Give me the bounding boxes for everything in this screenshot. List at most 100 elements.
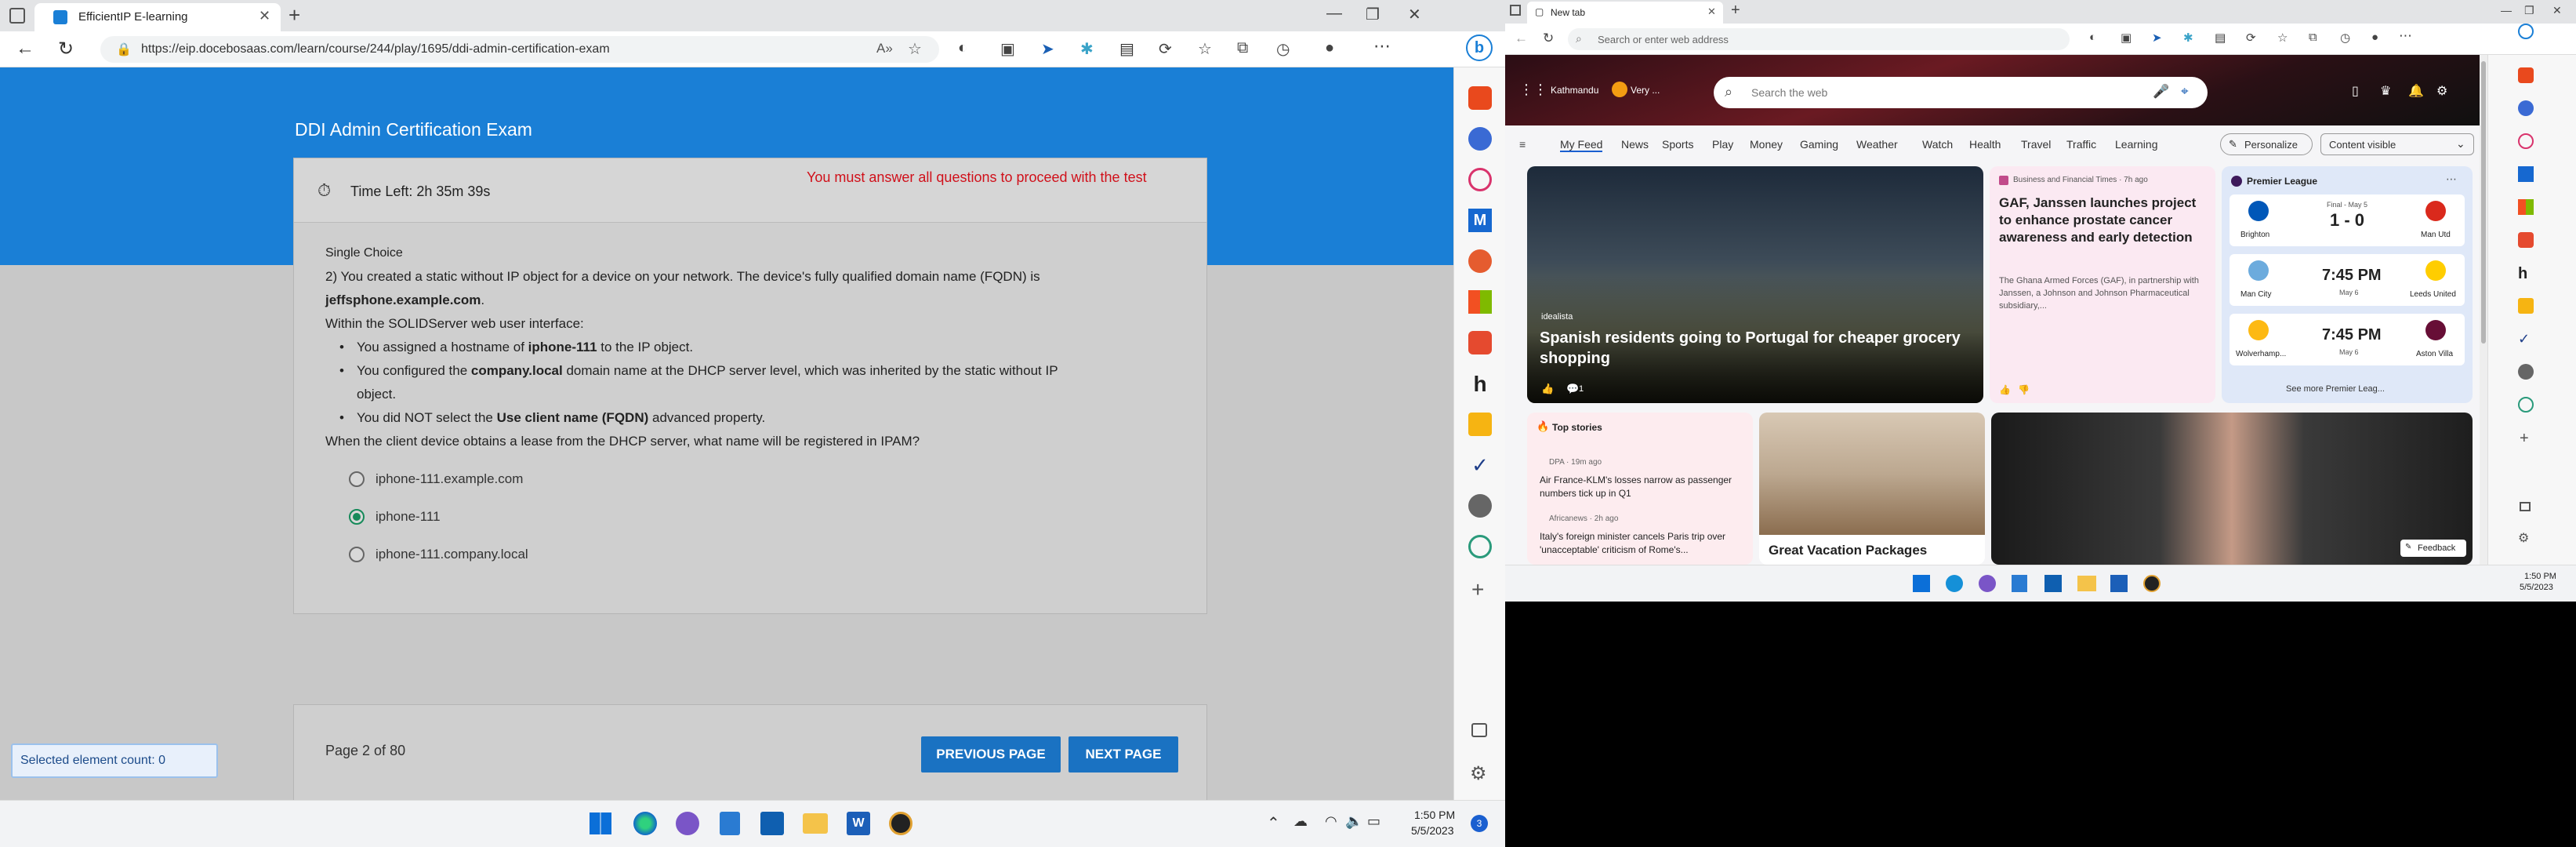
right-start-icon[interactable] bbox=[1913, 575, 1930, 592]
notification-badge[interactable]: 3 bbox=[1471, 815, 1488, 832]
bing-chat-icon[interactable]: b bbox=[1466, 35, 1493, 61]
favorite-star-icon[interactable]: ☆ bbox=[908, 39, 922, 59]
close-tab-icon[interactable]: ✕ bbox=[259, 8, 270, 24]
edge-taskbar-icon[interactable] bbox=[633, 812, 657, 835]
weather-label[interactable]: Very ... bbox=[1631, 85, 1660, 96]
article2-like-icon[interactable]: 👍 bbox=[1999, 384, 2011, 395]
cloud-icon[interactable]: ☁ bbox=[1293, 813, 1308, 830]
right-skull-icon[interactable] bbox=[2518, 364, 2534, 380]
match-3[interactable]: Wolverhamp... 7:45 PM May 6 Aston Villa bbox=[2230, 314, 2465, 365]
right-ext-5-icon[interactable]: ▤ bbox=[2215, 31, 2226, 45]
viber-icon[interactable] bbox=[676, 812, 699, 835]
right-circle-app-icon[interactable] bbox=[2518, 397, 2534, 413]
extensions-icon[interactable]: ⟳ bbox=[1159, 39, 1172, 59]
hero-article-card[interactable]: idealista Spanish residents going to Por… bbox=[1527, 166, 1983, 403]
right-refresh-icon[interactable]: ↻ bbox=[1543, 31, 1554, 46]
nav-sports[interactable]: Sports bbox=[1662, 138, 1693, 151]
right-media-icon[interactable] bbox=[2143, 575, 2161, 592]
games-icon[interactable] bbox=[1468, 127, 1492, 151]
right-m-app-icon[interactable] bbox=[2518, 166, 2534, 182]
vacation-ad-card[interactable]: Great Vacation Packages bbox=[1759, 413, 1985, 565]
story-1-headline[interactable]: Air France-KLM's losses narrow as passen… bbox=[1540, 474, 1743, 500]
extension-1-icon[interactable]: ◐ bbox=[958, 39, 967, 57]
start-icon[interactable] bbox=[590, 812, 611, 834]
right-power-icon[interactable] bbox=[2518, 232, 2534, 248]
right-add-sidebar-icon[interactable]: + bbox=[2520, 430, 2529, 448]
option-1-radio[interactable] bbox=[349, 471, 365, 487]
web-search-box[interactable]: ⌕ Search the web 🎤 ⌖ bbox=[1714, 77, 2208, 108]
right-explorer-icon[interactable] bbox=[2077, 576, 2096, 591]
add-sidebar-icon[interactable]: + bbox=[1471, 577, 1484, 602]
article-card-gaf[interactable]: Business and Financial Times · 7h ago GA… bbox=[1990, 166, 2215, 403]
file-explorer-icon[interactable] bbox=[803, 813, 828, 834]
apps-grid-icon[interactable]: ⋮⋮ bbox=[1519, 82, 1547, 98]
option-2[interactable]: iphone-111 bbox=[349, 503, 819, 530]
right-favorites-icon[interactable]: ☆ bbox=[2277, 31, 2288, 45]
right-notes-icon[interactable] bbox=[2518, 298, 2534, 314]
more-menu-icon[interactable]: ⋯ bbox=[1373, 36, 1391, 56]
extension-2-icon[interactable]: ▣ bbox=[1000, 39, 1015, 59]
option-3-radio[interactable] bbox=[349, 547, 365, 562]
nav-news[interactable]: News bbox=[1621, 138, 1649, 151]
sidebar-toggle-icon[interactable] bbox=[1471, 723, 1487, 737]
notepad-icon[interactable] bbox=[720, 812, 740, 835]
next-page-button[interactable]: NEXT PAGE bbox=[1068, 736, 1178, 772]
nav-watch[interactable]: Watch bbox=[1922, 138, 1953, 151]
power-icon[interactable] bbox=[1468, 331, 1492, 354]
mic-icon[interactable]: 🎤 bbox=[2153, 84, 2169, 100]
right-settings-icon[interactable]: ⚙ bbox=[2518, 530, 2529, 546]
page-settings-icon[interactable]: ⚙ bbox=[2436, 83, 2447, 99]
show-hidden-icons[interactable]: ⌃ bbox=[1267, 813, 1280, 833]
right-shopping-icon[interactable] bbox=[2518, 133, 2534, 149]
option-2-radio[interactable] bbox=[349, 509, 365, 525]
minimize-icon[interactable]: — bbox=[1326, 5, 1342, 23]
right-history-icon[interactable]: ◷ bbox=[2340, 31, 2350, 45]
right-ext-1-icon[interactable]: ◐ bbox=[2089, 31, 2096, 44]
hero-comment-icon[interactable]: 💬 bbox=[1566, 383, 1579, 395]
option-3[interactable]: iphone-111.company.local bbox=[349, 541, 819, 568]
nav-travel[interactable]: Travel bbox=[2021, 138, 2051, 151]
nav-learning[interactable]: Learning bbox=[2115, 138, 2158, 151]
tab-efficientip[interactable]: EfficientIP E-learning ✕ bbox=[34, 3, 281, 31]
profile-icon[interactable]: ● bbox=[1325, 39, 1334, 57]
previous-page-button[interactable]: PREVIOUS PAGE bbox=[921, 736, 1061, 772]
personalize-button[interactable]: ✎ Personalize bbox=[2220, 133, 2313, 155]
right-ext-2-icon[interactable]: ▣ bbox=[2121, 31, 2132, 45]
scrollbar[interactable] bbox=[2480, 55, 2487, 565]
story-2-headline[interactable]: Italy's foreign minister cancels Paris t… bbox=[1540, 530, 1743, 557]
feedback-button[interactable]: ✎ Feedback bbox=[2400, 540, 2466, 557]
right-h-app-icon[interactable]: h bbox=[2518, 265, 2527, 283]
right-close-window-icon[interactable]: ✕ bbox=[2552, 4, 2562, 17]
right-address-bar[interactable]: ⌕ Search or enter web address bbox=[1568, 28, 2070, 50]
notifications-icon[interactable]: 🔔 bbox=[2408, 83, 2424, 99]
right-minimize-icon[interactable]: — bbox=[2501, 4, 2512, 16]
read-aloud-icon[interactable]: A» bbox=[876, 41, 893, 56]
wifi-icon[interactable]: ◠ bbox=[1325, 813, 1337, 830]
drop-icon[interactable] bbox=[1468, 249, 1492, 273]
volume-icon[interactable]: 🔈 bbox=[1345, 813, 1362, 830]
top-stories-card[interactable]: 🔥 Top stories DPA · 19m ago Air France-K… bbox=[1527, 413, 1753, 565]
right-collections-icon[interactable]: ⧉ bbox=[2309, 31, 2317, 44]
right-sidebar-toggle-icon[interactable] bbox=[2520, 502, 2531, 511]
v-app-icon[interactable]: ✓ bbox=[1468, 453, 1492, 477]
content-visible-dropdown[interactable]: Content visible ⌄ bbox=[2320, 133, 2474, 155]
nav-money[interactable]: Money bbox=[1750, 138, 1783, 151]
right-workspaces-icon[interactable] bbox=[1510, 5, 1521, 16]
nav-gaming[interactable]: Gaming bbox=[1800, 138, 1838, 151]
word-icon[interactable]: W bbox=[847, 812, 870, 835]
nav-health[interactable]: Health bbox=[1969, 138, 2001, 151]
clock-time[interactable]: 1:50 PM bbox=[1414, 809, 1455, 821]
rewards-icon[interactable]: ♛ bbox=[2380, 83, 2391, 99]
settings-gear-icon[interactable]: ⚙ bbox=[1470, 762, 1487, 785]
right-outlook-icon[interactable] bbox=[2044, 575, 2062, 592]
right-v-app-icon[interactable]: ✓ bbox=[2518, 331, 2530, 347]
option-1[interactable]: iphone-111.example.com bbox=[349, 466, 819, 493]
nav-play[interactable]: Play bbox=[1712, 138, 1733, 151]
office-icon[interactable] bbox=[1468, 290, 1492, 314]
right-tools-icon[interactable] bbox=[2518, 67, 2534, 83]
scrollbar-thumb[interactable] bbox=[2481, 61, 2486, 344]
weather-icon[interactable] bbox=[1612, 82, 1627, 97]
favorites-icon[interactable]: ☆ bbox=[1198, 39, 1212, 59]
feed-menu-icon[interactable]: ≡ bbox=[1519, 138, 1526, 151]
right-word-icon[interactable] bbox=[2110, 575, 2128, 592]
